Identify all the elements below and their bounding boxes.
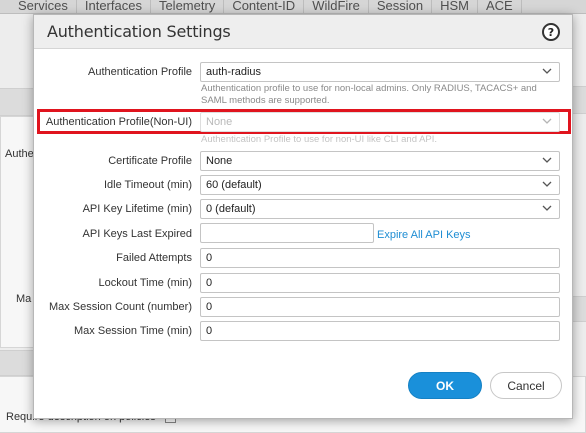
tab-content-id[interactable]: Content-ID <box>224 0 305 13</box>
chevron-down-icon <box>542 205 552 211</box>
authentication-profile-non-ui-select[interactable]: None <box>200 112 560 132</box>
lockout-time-input[interactable]: 0 <box>200 273 560 293</box>
api-key-lifetime-select[interactable]: 0 (default) <box>200 199 560 219</box>
failed-attempts-input[interactable]: 0 <box>200 248 560 268</box>
max-session-time-input[interactable]: 0 <box>200 321 560 341</box>
tab-hsm[interactable]: HSM <box>432 0 478 13</box>
certificate-profile-value: None <box>206 155 233 167</box>
tab-interfaces[interactable]: Interfaces <box>77 0 151 13</box>
authentication-profile-non-ui-hint: Authentication Profile to use for non-UI… <box>201 134 438 145</box>
authentication-profile-value: auth-radius <box>206 66 262 78</box>
expire-all-api-keys-link[interactable]: Expire All API Keys <box>377 229 471 241</box>
dialog-title: Authentication Settings <box>47 22 231 41</box>
certificate-profile-label: Certificate Profile <box>108 155 192 167</box>
tab-telemetry[interactable]: Telemetry <box>151 0 225 13</box>
ok-button[interactable]: OK <box>408 372 482 399</box>
max-session-count-input[interactable]: 0 <box>200 297 560 317</box>
idle-timeout-label: Idle Timeout (min) <box>103 179 192 191</box>
tab-wildfire[interactable]: WildFire <box>304 0 369 13</box>
background-tab-bar: Services Interfaces Telemetry Content-ID… <box>0 0 586 14</box>
background-section-header <box>573 296 586 322</box>
help-icon[interactable]: ? <box>542 23 560 41</box>
certificate-profile-select[interactable]: None <box>200 151 560 171</box>
authentication-profile-label: Authentication Profile <box>88 66 192 78</box>
authentication-profile-non-ui-label: Authentication Profile(Non-UI) <box>45 116 192 128</box>
authentication-profile-select[interactable]: auth-radius <box>200 62 560 82</box>
api-key-lifetime-label: API Key Lifetime (min) <box>82 203 192 215</box>
chevron-down-icon <box>542 118 552 124</box>
api-key-lifetime-value: 0 (default) <box>206 203 256 215</box>
tab-services[interactable]: Services <box>0 0 77 13</box>
api-keys-last-expired-label: API Keys Last Expired <box>82 228 192 240</box>
max-session-time-label: Max Session Time (min) <box>74 325 192 337</box>
idle-timeout-select[interactable]: 60 (default) <box>200 175 560 195</box>
tab-ace[interactable]: ACE <box>478 0 522 13</box>
lockout-time-label: Lockout Time (min) <box>98 277 192 289</box>
background-section-header <box>573 86 586 114</box>
authentication-profile-hint: Authentication profile to use for non-lo… <box>201 83 537 106</box>
tab-session[interactable]: Session <box>369 0 433 13</box>
chevron-down-icon <box>542 68 552 74</box>
api-keys-last-expired-field <box>200 223 374 243</box>
authentication-profile-non-ui-value: None <box>206 116 233 128</box>
idle-timeout-value: 60 (default) <box>206 179 262 191</box>
failed-attempts-label: Failed Attempts <box>116 252 192 264</box>
chevron-down-icon <box>542 181 552 187</box>
authentication-settings-dialog: Authentication Settings ? Authentication… <box>33 14 573 419</box>
dialog-header: Authentication Settings ? <box>34 15 572 49</box>
cancel-button[interactable]: Cancel <box>490 372 562 399</box>
max-session-count-label: Max Session Count (number) <box>48 301 192 313</box>
chevron-down-icon <box>542 157 552 163</box>
